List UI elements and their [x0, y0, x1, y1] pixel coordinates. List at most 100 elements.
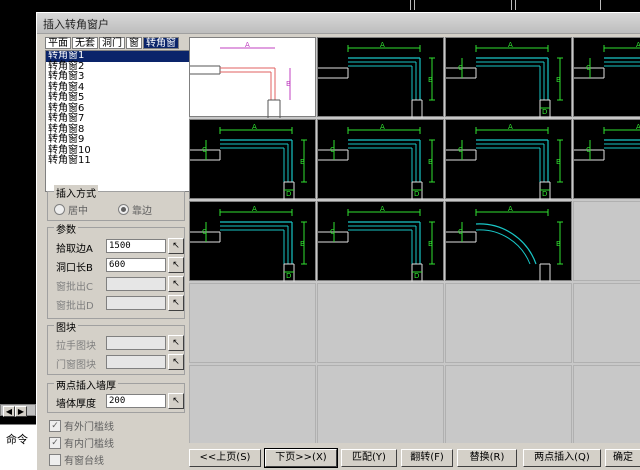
- sill-d-label: 窗批出D: [56, 301, 94, 312]
- preview-thumbnail[interactable]: A B C: [445, 201, 572, 282]
- pick-cursor-icon: ↖: [172, 338, 180, 348]
- list-item[interactable]: 转角窗1: [46, 51, 189, 62]
- handle-block-input[interactable]: [106, 336, 166, 350]
- dimension-label: C: [458, 146, 463, 154]
- preview-cell-empty: [317, 283, 444, 363]
- flip-button[interactable]: 翻转(F): [401, 449, 453, 467]
- preview-cell-empty: [445, 365, 572, 443]
- door-block-button[interactable]: ↖: [168, 354, 184, 370]
- replace-button[interactable]: 替换(R): [457, 449, 517, 467]
- dimension-label: D: [414, 190, 419, 198]
- tab-no-frame[interactable]: 无套: [72, 37, 98, 49]
- blocks-group: 图块 拉手图块 ↖ 门窗图块 ↖: [47, 319, 185, 375]
- tab-plan[interactable]: 平面: [45, 37, 71, 49]
- outer-sill-label: 有外门槛线: [64, 422, 114, 433]
- sill-d-input[interactable]: [106, 296, 166, 310]
- radio-center[interactable]: 居中: [54, 202, 88, 217]
- dimension-label: A: [636, 41, 640, 49]
- preview-thumbnail[interactable]: ABCD: [445, 37, 572, 118]
- prev-page-button[interactable]: <<上页(S): [189, 449, 261, 467]
- list-item[interactable]: 转角窗7: [46, 113, 189, 125]
- list-item[interactable]: 转角窗3: [46, 71, 189, 83]
- opening-len-button[interactable]: ↖: [168, 257, 184, 273]
- pick-edge-label: 拾取边A: [56, 244, 93, 255]
- door-block-row: 门窗图块 ↖: [52, 354, 184, 371]
- inner-sill-checkbox[interactable]: ✓ 有内门槛线: [49, 435, 114, 450]
- pick-cursor-icon: ↖: [172, 298, 180, 308]
- button-bar: <<上页(S) 下页>>(X) 匹配(Y) 翻转(F) 替换(R) 两点插入(Q…: [189, 447, 640, 470]
- dialog-title: 插入转角窗户: [43, 18, 109, 31]
- opening-len-input[interactable]: 600: [106, 258, 166, 272]
- cad-horizontal-scrollbar[interactable]: ◀ ▶: [0, 404, 36, 417]
- dimension-label: C: [458, 228, 463, 236]
- ok-button[interactable]: 确定: [605, 449, 640, 467]
- dimension-label: B: [556, 158, 561, 166]
- dimension-label: A: [380, 205, 385, 213]
- dimension-label: B: [300, 158, 305, 166]
- pick-edge-button[interactable]: ↖: [168, 238, 184, 254]
- list-item[interactable]: 转角窗11: [46, 155, 189, 167]
- pick-edge-row: 拾取边A 1500 ↖: [52, 238, 184, 255]
- radio-edge-icon: [118, 204, 129, 215]
- preview-thumbnail[interactable]: ABCD: [573, 119, 640, 199]
- preview-thumbnail[interactable]: ABCD: [189, 201, 316, 282]
- dimension-label: A: [508, 205, 513, 213]
- radio-edge[interactable]: 靠边: [118, 202, 152, 217]
- list-item[interactable]: 转角窗9: [46, 134, 189, 146]
- scroll-right-icon[interactable]: ▶: [15, 406, 27, 417]
- preview-thumbnail[interactable]: ABCD: [573, 37, 640, 117]
- radio-edge-label: 靠边: [132, 206, 152, 217]
- blocks-legend: 图块: [54, 319, 78, 334]
- tab-window[interactable]: 窗: [126, 37, 142, 49]
- sill-c-input[interactable]: [106, 277, 166, 291]
- dimension-label: B: [300, 240, 305, 248]
- wall-thickness-row: 墙体厚度 200 ↖: [52, 393, 184, 410]
- preview-thumbnail[interactable]: ABCD: [317, 201, 444, 282]
- sill-d-button[interactable]: ↖: [168, 295, 184, 311]
- dimension-label: C: [202, 146, 207, 154]
- pick-cursor-icon: ↖: [172, 260, 180, 270]
- preview-thumbnail[interactable]: ABCD: [189, 119, 316, 200]
- dialog-titlebar[interactable]: 插入转角窗户: [37, 13, 640, 34]
- tab-corner-window[interactable]: 转角窗: [143, 37, 179, 49]
- sill-c-button[interactable]: ↖: [168, 276, 184, 292]
- insert-mode-group: 插入方式 居中 靠边: [47, 185, 185, 221]
- preview-thumbnail[interactable]: AB: [189, 37, 316, 118]
- tab-door-opening[interactable]: 洞门: [99, 37, 125, 49]
- two-point-insert-button[interactable]: 两点插入(Q): [523, 449, 601, 467]
- insert-mode-legend: 插入方式: [54, 185, 98, 200]
- outer-sill-checkbox[interactable]: ✓ 有外门槛线: [49, 418, 114, 433]
- preview-grid: ABABABCDABCDABCDABCDABCDABCDABCDABCDABC: [189, 37, 640, 443]
- window-sill-label: 有窗台线: [64, 456, 104, 467]
- match-button[interactable]: 匹配(Y): [341, 449, 397, 467]
- dimension-label: C: [202, 228, 207, 236]
- corner-window-drawing: A B C D: [318, 205, 435, 282]
- checkbox-empty-icon: [49, 453, 61, 466]
- next-page-button[interactable]: 下页>>(X): [264, 448, 338, 468]
- scroll-left-icon[interactable]: ◀: [3, 406, 15, 417]
- dimension-label: C: [586, 64, 591, 72]
- preview-cell-empty: [445, 283, 572, 363]
- window-sill-checkbox[interactable]: 有窗台线: [49, 452, 104, 467]
- corner-window-drawing: AB: [190, 41, 291, 118]
- check-icon: ✓: [49, 419, 61, 432]
- window-style-list[interactable]: 转角窗1 转角窗2 转角窗3 转角窗4 转角窗5 转角窗6 转角窗7 转角窗8 …: [45, 50, 190, 192]
- wall-thickness-input[interactable]: 200: [106, 394, 166, 408]
- pick-cursor-icon: ↖: [172, 357, 180, 367]
- door-block-input[interactable]: [106, 355, 166, 369]
- handle-block-label: 拉手图块: [56, 341, 96, 352]
- sill-c-row: 窗批出C ↖: [52, 276, 184, 293]
- preview-thumbnail[interactable]: AB: [317, 37, 444, 118]
- handle-block-button[interactable]: ↖: [168, 335, 184, 351]
- preview-thumbnail[interactable]: ABCD: [445, 119, 572, 200]
- pick-edge-input[interactable]: 1500: [106, 239, 166, 253]
- dimension-label: D: [542, 190, 547, 198]
- preview-thumbnail[interactable]: ABCD: [317, 119, 444, 200]
- cad-top-strip: [0, 0, 640, 12]
- dimension-label: B: [428, 76, 433, 84]
- command-line[interactable]: 命令: [0, 424, 36, 470]
- dimension-label: C: [330, 228, 335, 236]
- opening-len-label: 洞口长B: [56, 263, 93, 274]
- list-item[interactable]: 转角窗5: [46, 92, 189, 104]
- wall-thickness-button[interactable]: ↖: [168, 393, 184, 409]
